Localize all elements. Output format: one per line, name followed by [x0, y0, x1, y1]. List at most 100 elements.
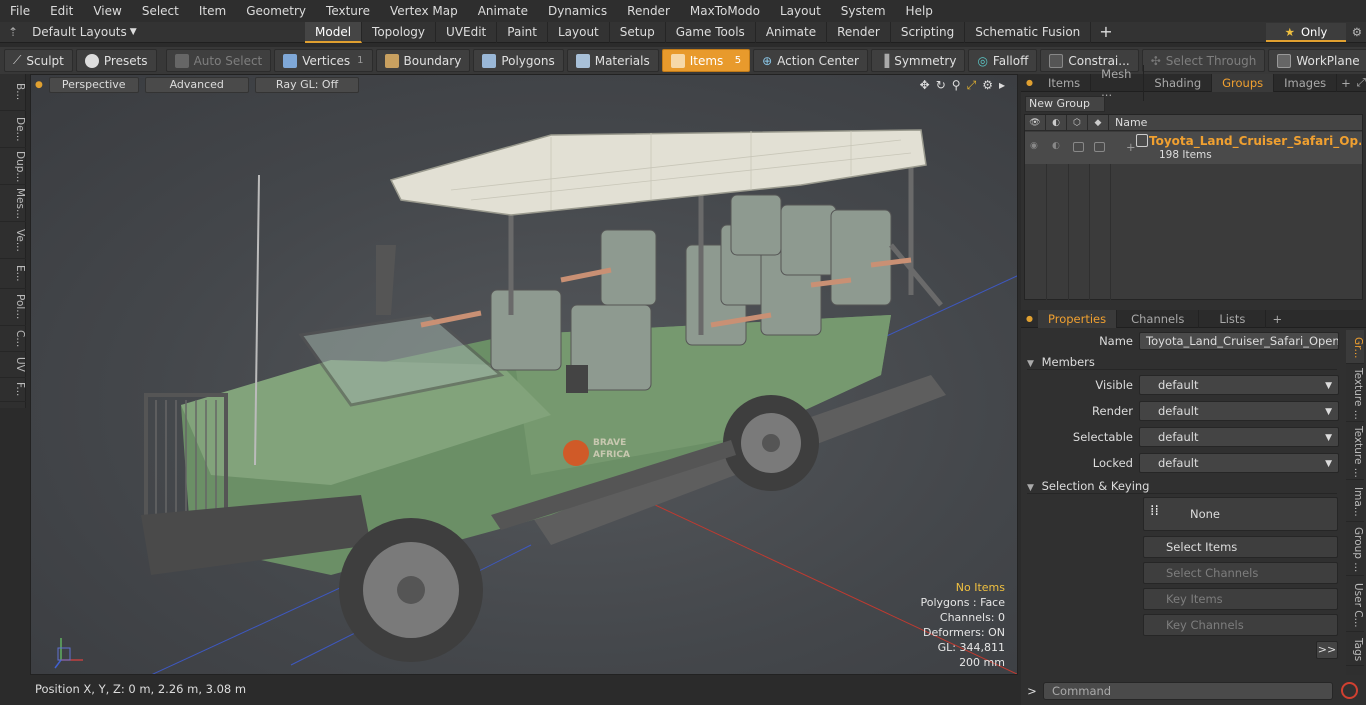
viewport-arrow-icon[interactable]: ▸	[999, 78, 1005, 93]
gear-icon[interactable]: ⚙	[1352, 25, 1362, 39]
menu-help[interactable]: Help	[896, 4, 943, 18]
row-select-checkbox[interactable]	[1094, 142, 1105, 152]
left-tab-8[interactable]: UV	[0, 352, 26, 378]
row-eye-icon[interactable]: ◉	[1030, 141, 1038, 151]
menu-edit[interactable]: Edit	[40, 4, 83, 18]
tab-channels[interactable]: Channels	[1117, 309, 1200, 328]
record-icon[interactable]	[1341, 682, 1358, 699]
3d-viewport[interactable]: BRAVE AFRICA ● Perspective Advanced Ray …	[30, 74, 1018, 675]
zoom-view-icon[interactable]: ⚲	[952, 78, 961, 93]
tab-setup[interactable]: Setup	[610, 21, 666, 43]
symmetry-button[interactable]: ▐ Symmetry	[870, 49, 966, 72]
menu-view[interactable]: View	[83, 4, 131, 18]
add-panel-tab-icon[interactable]: +	[1337, 76, 1355, 90]
presets-button[interactable]: Presets	[75, 49, 157, 72]
left-tab-9[interactable]: F...	[0, 378, 26, 402]
side-tab-texture-1[interactable]: Texture ...	[1346, 364, 1364, 422]
side-tab-group-2[interactable]: Group ...	[1346, 522, 1364, 576]
tab-paint[interactable]: Paint	[497, 21, 548, 43]
selectable-select[interactable]: default ▼	[1139, 427, 1339, 447]
select-channels-button[interactable]: Select Channels	[1143, 562, 1338, 584]
members-section[interactable]: ▼ Members	[1027, 354, 1337, 370]
menu-dynamics[interactable]: Dynamics	[538, 4, 617, 18]
menu-select[interactable]: Select	[132, 4, 189, 18]
expand-panel-icon[interactable]: ⤢	[1357, 75, 1366, 90]
select-through-button[interactable]: ✣ Select Through	[1141, 49, 1266, 72]
left-tab-4[interactable]: Ve...	[0, 222, 26, 259]
group-row[interactable]: ◉ ◐ + Toyota_Land_Cruiser_Safari_Op... 1…	[1025, 132, 1362, 164]
workplane-button[interactable]: WorkPlane	[1268, 49, 1366, 72]
menu-vertex-map[interactable]: Vertex Map	[380, 4, 468, 18]
left-tab-1[interactable]: De...	[0, 111, 26, 148]
command-input[interactable]: Command	[1043, 682, 1333, 700]
add-property-tab-icon[interactable]: +	[1266, 312, 1288, 326]
rotate-view-icon[interactable]: ↻	[936, 78, 946, 93]
left-tab-3[interactable]: Mes...	[0, 185, 26, 222]
selection-keying-section[interactable]: ▼ Selection & Keying	[1027, 478, 1337, 494]
advanced-dropdown[interactable]: Advanced	[144, 77, 249, 93]
menu-geometry[interactable]: Geometry	[236, 4, 316, 18]
menu-maxtomodo[interactable]: MaxToModo	[680, 4, 770, 18]
left-tab-6[interactable]: Pol...	[0, 289, 26, 326]
add-tab-icon[interactable]: +	[1091, 22, 1120, 43]
select-items-button[interactable]: Select Items	[1143, 536, 1338, 558]
tab-animate[interactable]: Animate	[756, 21, 828, 43]
render-icon[interactable]: ◐	[1046, 114, 1067, 131]
select-icon[interactable]: ◆	[1088, 114, 1109, 131]
fit-view-icon[interactable]: ⤢	[967, 78, 977, 93]
tab-layout[interactable]: Layout	[548, 21, 610, 43]
viewport-gear-icon[interactable]: ⚙	[982, 78, 993, 93]
expand-group-icon[interactable]: +	[1126, 140, 1136, 154]
auto-select-button[interactable]: Auto Select	[165, 49, 272, 72]
tab-items[interactable]: Items	[1038, 73, 1092, 92]
left-tab-7[interactable]: C...	[0, 326, 26, 352]
vertices-button[interactable]: Vertices 1	[274, 49, 373, 72]
tab-images[interactable]: Images	[1274, 73, 1338, 92]
tab-properties[interactable]: Properties	[1037, 309, 1118, 328]
tab-scripting[interactable]: Scripting	[891, 21, 966, 43]
menu-system[interactable]: System	[831, 4, 896, 18]
side-tab-group[interactable]: Gr...	[1346, 330, 1364, 364]
none-button[interactable]: ⁞⁞ None	[1143, 497, 1338, 531]
render-select[interactable]: default ▼	[1139, 401, 1339, 421]
falloff-button[interactable]: ◎ Falloff	[968, 49, 1038, 72]
tab-groups[interactable]: Groups	[1212, 73, 1275, 92]
side-tab-image[interactable]: Ima...	[1346, 480, 1364, 522]
row-lock-checkbox[interactable]	[1073, 142, 1084, 152]
tab-schematic-fusion[interactable]: Schematic Fusion	[965, 21, 1092, 43]
action-center-button[interactable]: ⊕ Action Center	[753, 49, 868, 72]
eye-icon[interactable]: 👁	[1025, 114, 1046, 131]
group-name-input[interactable]: Toyota_Land_Cruiser_Safari_Open_Si	[1139, 332, 1339, 350]
tab-lists[interactable]: Lists	[1199, 309, 1267, 328]
menu-texture[interactable]: Texture	[316, 4, 380, 18]
tab-model[interactable]: Model	[305, 21, 363, 43]
lock-icon[interactable]: ⬡	[1067, 114, 1088, 131]
properties-dot-icon[interactable]: ●	[1021, 314, 1038, 323]
viewport-menu-dot-icon[interactable]: ●	[35, 80, 43, 90]
only-toggle[interactable]: ★ Only	[1266, 23, 1346, 42]
side-tab-texture-2[interactable]: Texture ...	[1346, 422, 1364, 480]
raygl-toggle[interactable]: Ray GL: Off	[254, 77, 360, 93]
side-tab-user-channels[interactable]: User C...	[1346, 576, 1364, 632]
side-tab-tags[interactable]: Tags	[1346, 632, 1364, 666]
perspective-dropdown[interactable]: Perspective	[48, 77, 139, 93]
menu-layout[interactable]: Layout	[770, 4, 831, 18]
tab-topology[interactable]: Topology	[362, 21, 437, 43]
move-view-icon[interactable]: ✥	[920, 78, 930, 93]
boundary-button[interactable]: Boundary	[375, 49, 471, 72]
tab-shading[interactable]: Shading	[1144, 73, 1213, 92]
visible-select[interactable]: default ▼	[1139, 375, 1339, 395]
tab-uvedit[interactable]: UVEdit	[436, 21, 498, 43]
row-render-icon[interactable]: ◐	[1052, 141, 1060, 151]
menu-file[interactable]: File	[0, 4, 40, 18]
tab-mesh[interactable]: Mesh ...	[1091, 64, 1145, 101]
tab-render[interactable]: Render	[827, 21, 891, 43]
sculpt-button[interactable]: ⟋ Sculpt	[4, 49, 73, 72]
key-items-button[interactable]: Key Items	[1143, 588, 1338, 610]
more-button[interactable]: >>	[1316, 641, 1338, 659]
left-tab-2[interactable]: Dup...	[0, 148, 26, 185]
tab-game-tools[interactable]: Game Tools	[666, 21, 756, 43]
key-channels-button[interactable]: Key Channels	[1143, 614, 1338, 636]
default-layouts-dropdown[interactable]: ⇡ Default Layouts ▼	[0, 25, 305, 39]
panel-dot-icon[interactable]: ●	[1021, 78, 1038, 87]
